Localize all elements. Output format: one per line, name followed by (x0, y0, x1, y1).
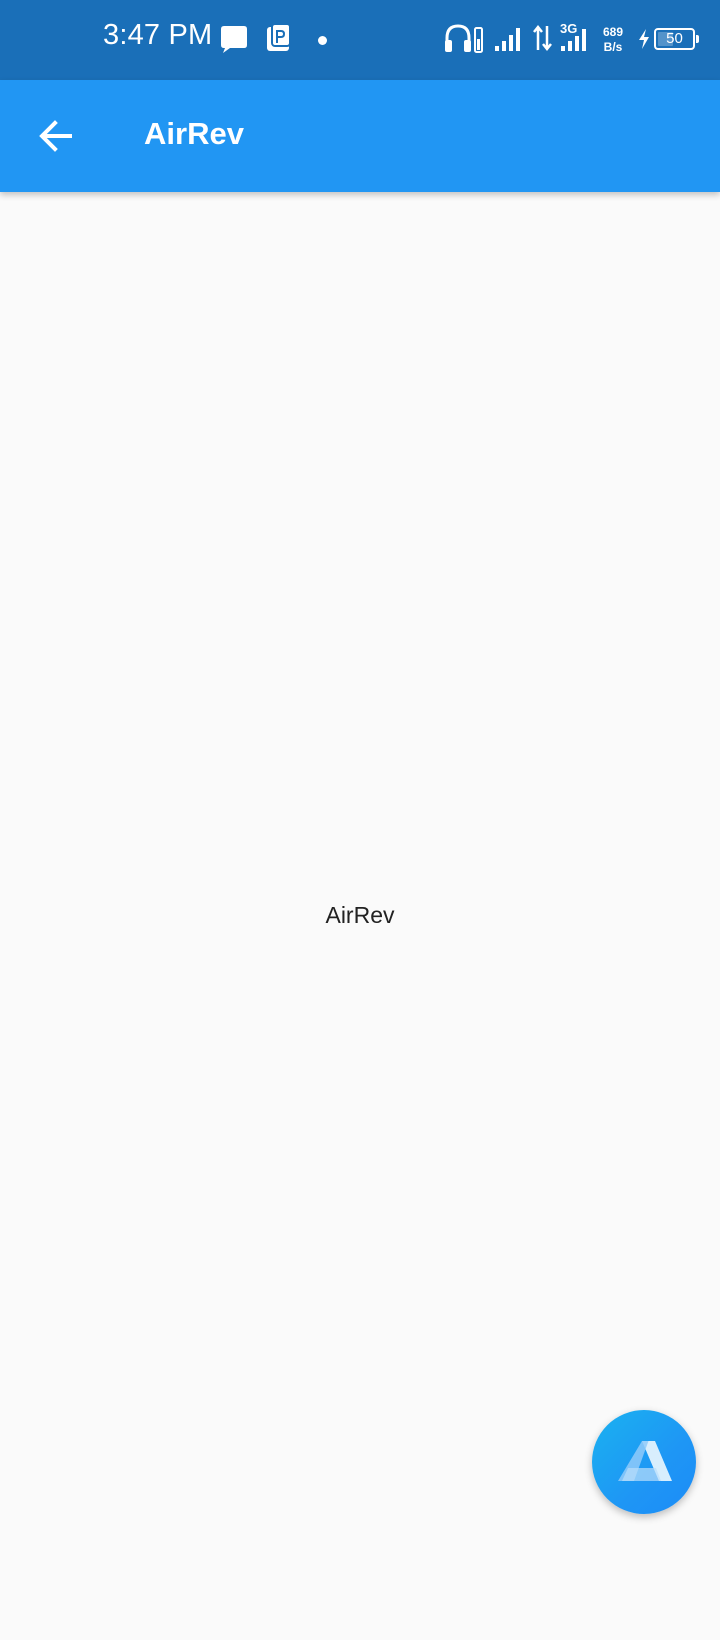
fab-button[interactable] (592, 1410, 696, 1514)
charging-bolt-icon (639, 29, 649, 49)
speed-value: 689 (603, 25, 624, 39)
signal-icon (495, 28, 520, 51)
network-speed: 689 B/s (603, 25, 623, 55)
signal-3g-icon (561, 29, 586, 51)
battery-icon: 50 (654, 28, 699, 50)
body-text: AirRev (325, 902, 395, 928)
screen: 3:47 PM 3G 689 B/s 50 AirRev AirRev (0, 0, 720, 1640)
status-bar: 3:47 PM 3G 689 B/s 50 (0, 0, 720, 80)
battery-text: 50 (666, 30, 683, 47)
back-button[interactable] (28, 108, 84, 164)
speed-unit: B/s (603, 40, 623, 54)
arrow-back-icon (39, 120, 72, 152)
message-icon (221, 26, 247, 53)
page-title: AirRev (144, 116, 244, 151)
status-time: 3:47 PM (103, 19, 213, 51)
app-bar: AirRev (0, 80, 720, 192)
notification-dot (318, 36, 327, 45)
data-transfer-icon (533, 24, 552, 52)
headphones-icon (445, 24, 483, 53)
pd-app-icon (267, 24, 291, 51)
airrev-logo-icon (618, 1441, 672, 1481)
